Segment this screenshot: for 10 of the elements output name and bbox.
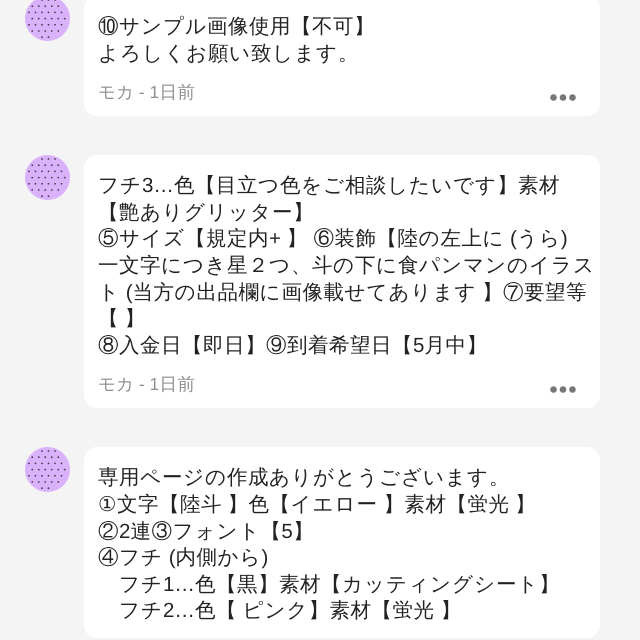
avatar-icon	[25, 155, 70, 200]
comment-text: フチ3…色【目立つ色をご相談したいです】素材 【艶ありグリッター】 ⑤サイズ【規定内+ 】 ⑥装飾【陸の左上に (うら) 一文字につき星２つ、斗の下に食パンマンのイラス ト (当方の出品欄に画像載せてあります 】⑦要望等 【 】 ⑧入金日【即日】⑨到着希望日【5月中】	[98, 173, 590, 359]
avatar-icon	[25, 447, 70, 492]
comment-meta: モカ - 1日前	[98, 373, 196, 396]
comment-text: ⑩サンプル画像使用【不可】 よろしくお願い致します。	[98, 14, 376, 67]
comment-text: 専用ページの作成ありがとうございます。 ①文字【陸斗 】色【イエロー 】素材【蛍光 】 ②2連③フォント【5】 ④フチ (内側から) フチ1…色【黒】素材【カッティングシート】 フチ2…色【 ピンク】素材【蛍光 】	[98, 465, 561, 624]
more-icon[interactable]	[550, 94, 576, 102]
avatar-icon	[25, 0, 70, 41]
comment-meta: モカ - 1日前	[98, 81, 196, 104]
more-icon[interactable]	[550, 386, 576, 394]
